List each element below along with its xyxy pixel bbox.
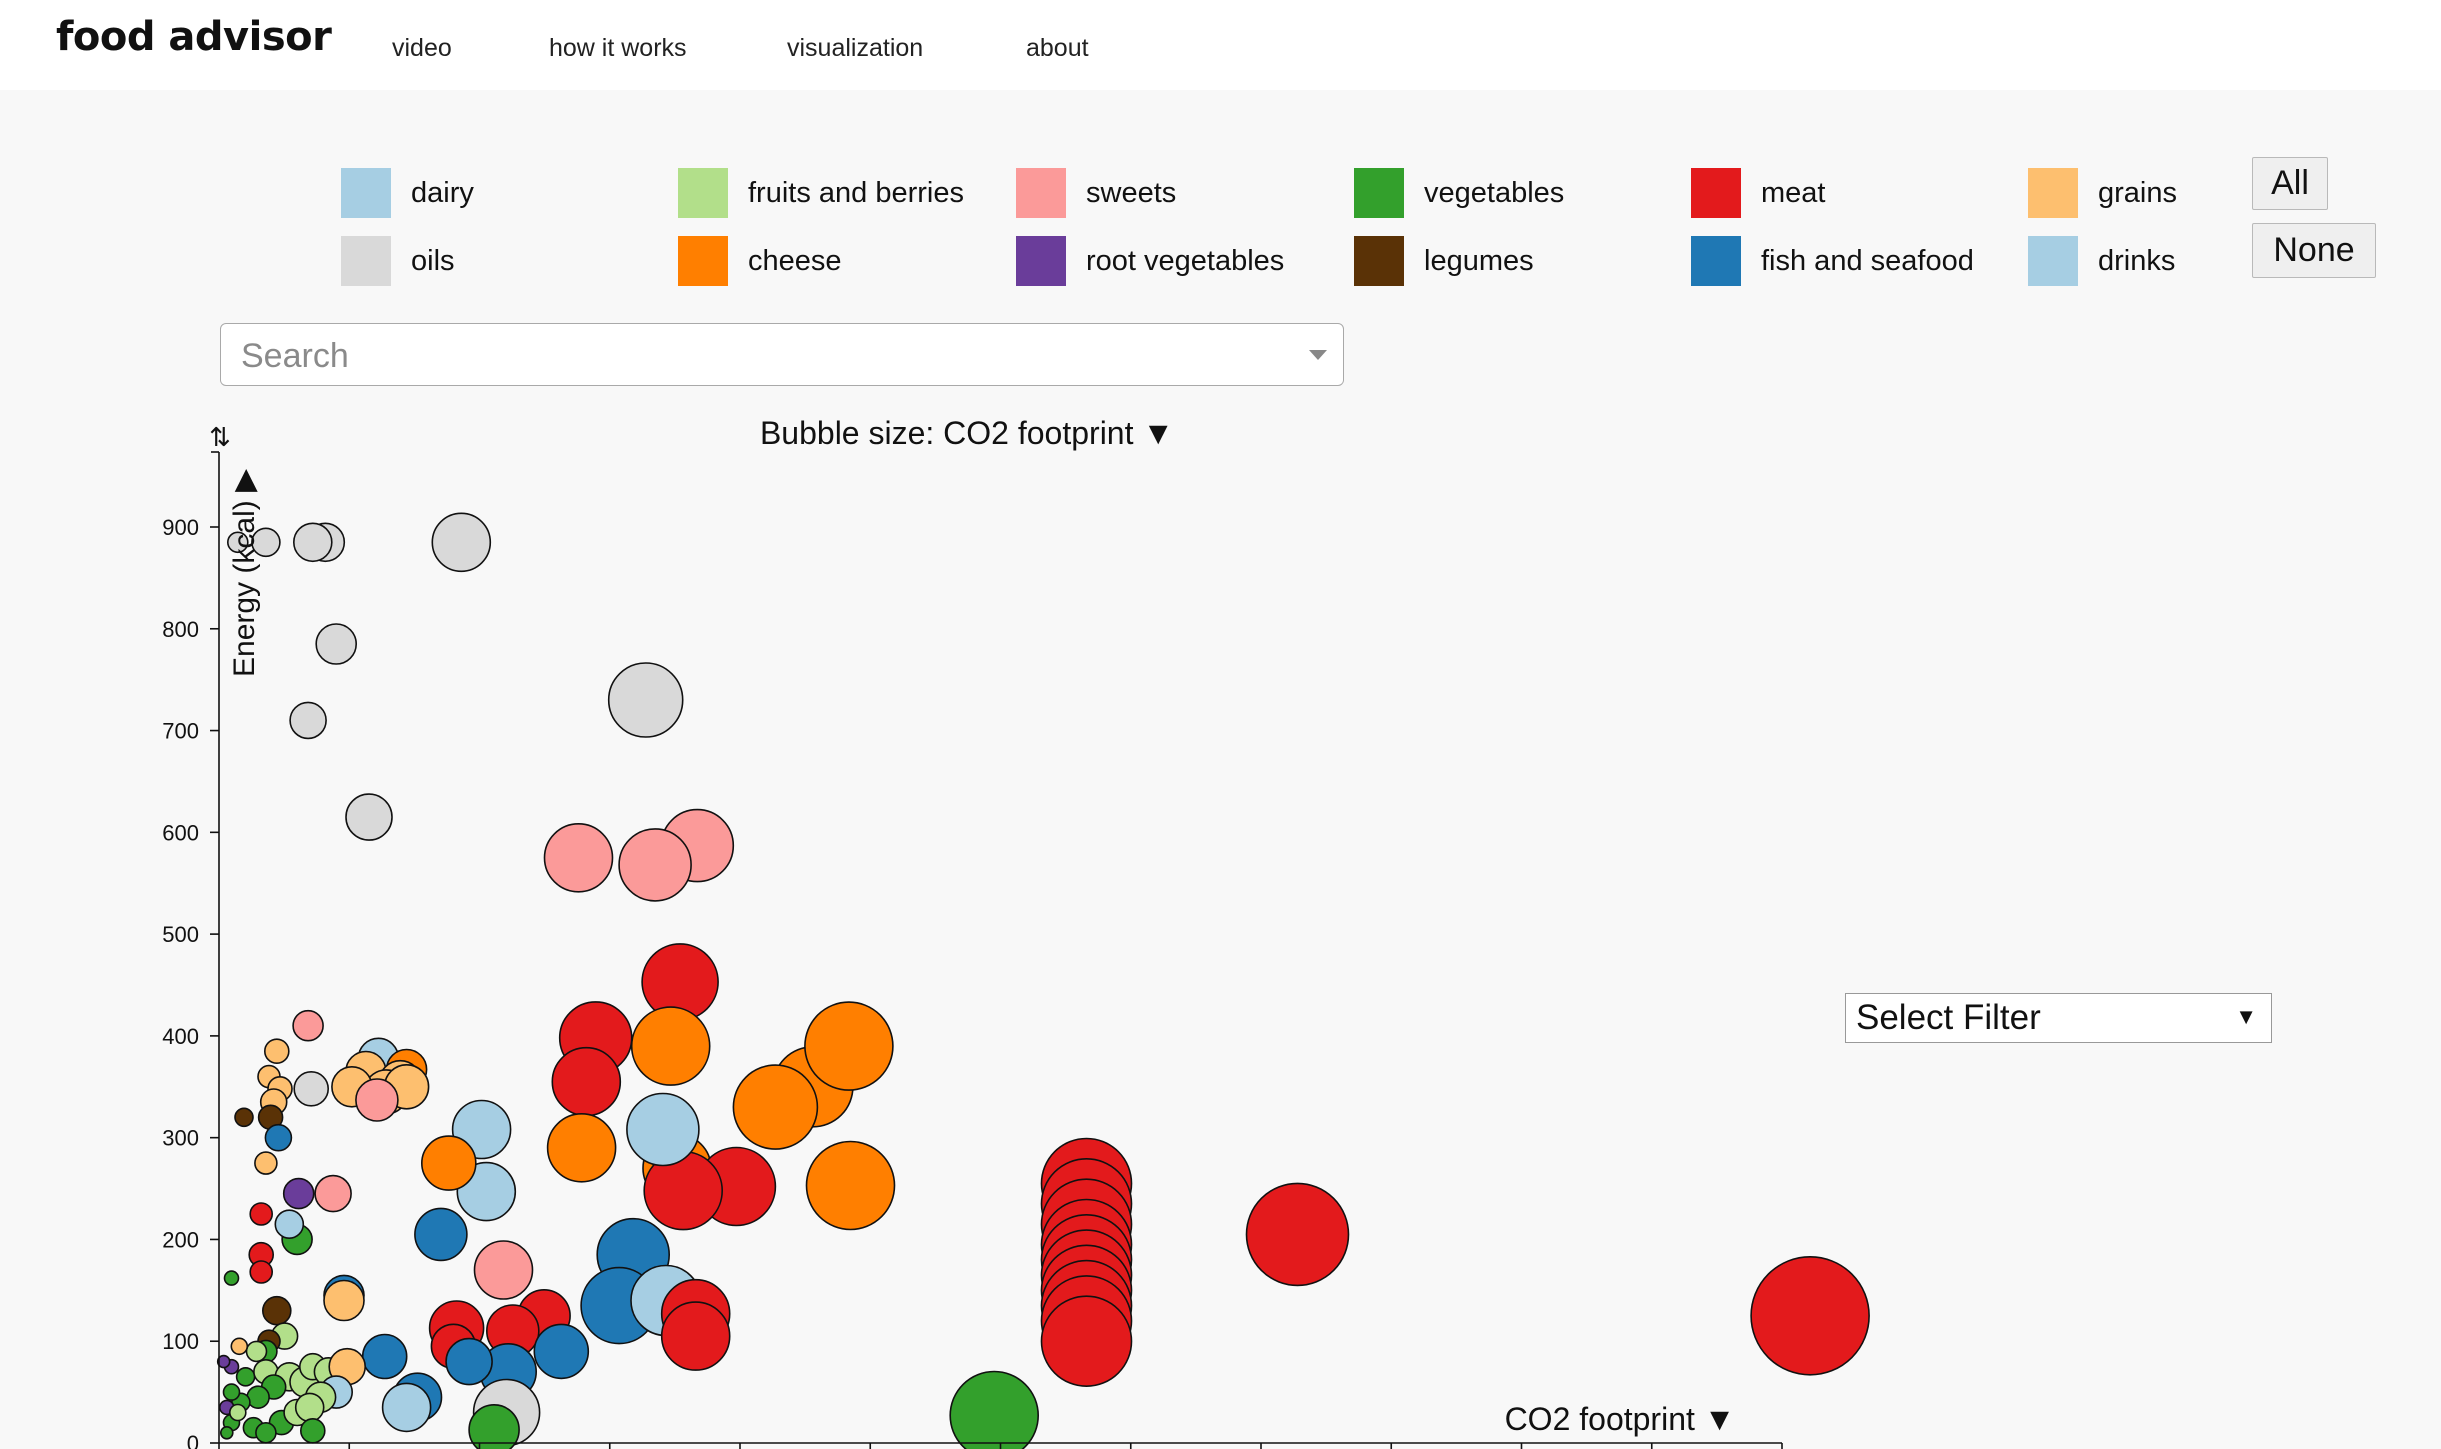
bubble-fruits-and-berries[interactable] <box>229 1403 247 1422</box>
bubble-oils[interactable] <box>315 623 358 665</box>
bubble-oils[interactable] <box>289 701 327 740</box>
bubble-legumes[interactable] <box>261 1295 292 1326</box>
bubble-sweets[interactable] <box>543 822 614 893</box>
bubble-oils[interactable] <box>293 1071 330 1107</box>
bubble-oils[interactable] <box>292 522 333 563</box>
bubble-root-vegetables[interactable] <box>282 1177 315 1210</box>
bubble-legumes[interactable] <box>234 1107 254 1128</box>
bubble-vegetables[interactable] <box>222 1383 241 1401</box>
bubble-vegetables[interactable] <box>949 1370 1039 1449</box>
bubble-cheese[interactable] <box>630 1006 711 1086</box>
y-axis-label[interactable]: Energy (kcal) ▶ <box>228 469 261 677</box>
bubble-fish-and-seafood[interactable] <box>264 1123 293 1152</box>
bubble-grains[interactable] <box>323 1279 365 1322</box>
bubble-cheese[interactable] <box>804 1001 894 1091</box>
bubble-vegetables[interactable] <box>246 1385 270 1409</box>
sort-toggle-icon[interactable]: ⇅ <box>209 422 231 452</box>
bubble-drinks[interactable] <box>274 1209 305 1239</box>
bubble-fish-and-seafood[interactable] <box>533 1323 590 1380</box>
bubble-grains[interactable] <box>263 1038 290 1064</box>
y-tick-label: 900 <box>162 515 199 540</box>
bubble-sweets[interactable] <box>355 1078 399 1122</box>
bubble-fish-and-seafood[interactable] <box>445 1337 493 1386</box>
bubble-meat[interactable] <box>1245 1182 1350 1287</box>
bubble-cheese[interactable] <box>805 1140 896 1231</box>
y-tick-label: 400 <box>162 1024 199 1049</box>
bubble-meat[interactable] <box>551 1046 622 1117</box>
bubbles-layer <box>216 512 1870 1449</box>
y-tick-label: 0 <box>187 1431 199 1449</box>
bubble-cheese[interactable] <box>546 1113 617 1183</box>
bubble-fruits-and-berries[interactable] <box>294 1392 325 1423</box>
bubble-chart: 0 100 200 300 400 500 600 700 800 900 Bubble size… <box>162 415 1870 1449</box>
y-tick-label: 600 <box>162 820 199 845</box>
bubble-meat[interactable] <box>249 1260 274 1284</box>
bubble-drinks[interactable] <box>381 1382 432 1433</box>
bubble-sweets[interactable] <box>314 1174 352 1213</box>
bubble-fruits-and-berries[interactable] <box>245 1340 268 1363</box>
bubble-meat[interactable] <box>1750 1256 1870 1376</box>
bubble-meat[interactable] <box>249 1202 274 1226</box>
bubble-cheese[interactable] <box>732 1064 819 1150</box>
bubble-oils[interactable] <box>431 512 492 573</box>
bubble-oils[interactable] <box>345 793 393 841</box>
y-tick-label: 300 <box>162 1126 199 1151</box>
bubble-size-selector[interactable]: Bubble size: CO2 footprint ▼ <box>760 415 1174 451</box>
bubble-vegetables[interactable] <box>235 1367 256 1387</box>
bubble-grains[interactable] <box>230 1337 249 1356</box>
y-tick-label: 200 <box>162 1227 199 1252</box>
bubble-grains[interactable] <box>254 1151 278 1175</box>
y-tick-label: 800 <box>162 617 199 642</box>
bubble-vegetables[interactable] <box>255 1422 277 1444</box>
bubble-sweets[interactable] <box>473 1240 534 1300</box>
bubble-meat[interactable] <box>1040 1295 1133 1387</box>
bubble-sweets[interactable] <box>292 1009 324 1042</box>
y-tick-label: 700 <box>162 719 199 744</box>
bubble-fish-and-seafood[interactable] <box>361 1333 408 1380</box>
bubble-vegetables[interactable] <box>223 1270 240 1286</box>
bubble-oils[interactable] <box>607 662 684 738</box>
y-tick-label: 500 <box>162 922 199 947</box>
y-tick-label: 100 <box>162 1329 199 1354</box>
bubble-vegetables[interactable] <box>299 1418 326 1444</box>
bubble-sweets[interactable] <box>618 828 692 902</box>
bubble-drinks[interactable] <box>626 1092 700 1167</box>
bubble-cheese[interactable] <box>420 1135 477 1191</box>
axes-layer: 0 100 200 300 400 500 600 700 800 900 <box>162 451 1783 1449</box>
x-axis-label[interactable]: CO2 footprint ▼ <box>1505 1401 1736 1437</box>
bubble-vegetables[interactable] <box>220 1426 234 1440</box>
bubble-fish-and-seafood[interactable] <box>414 1207 468 1262</box>
bubble-meat[interactable] <box>660 1301 731 1371</box>
